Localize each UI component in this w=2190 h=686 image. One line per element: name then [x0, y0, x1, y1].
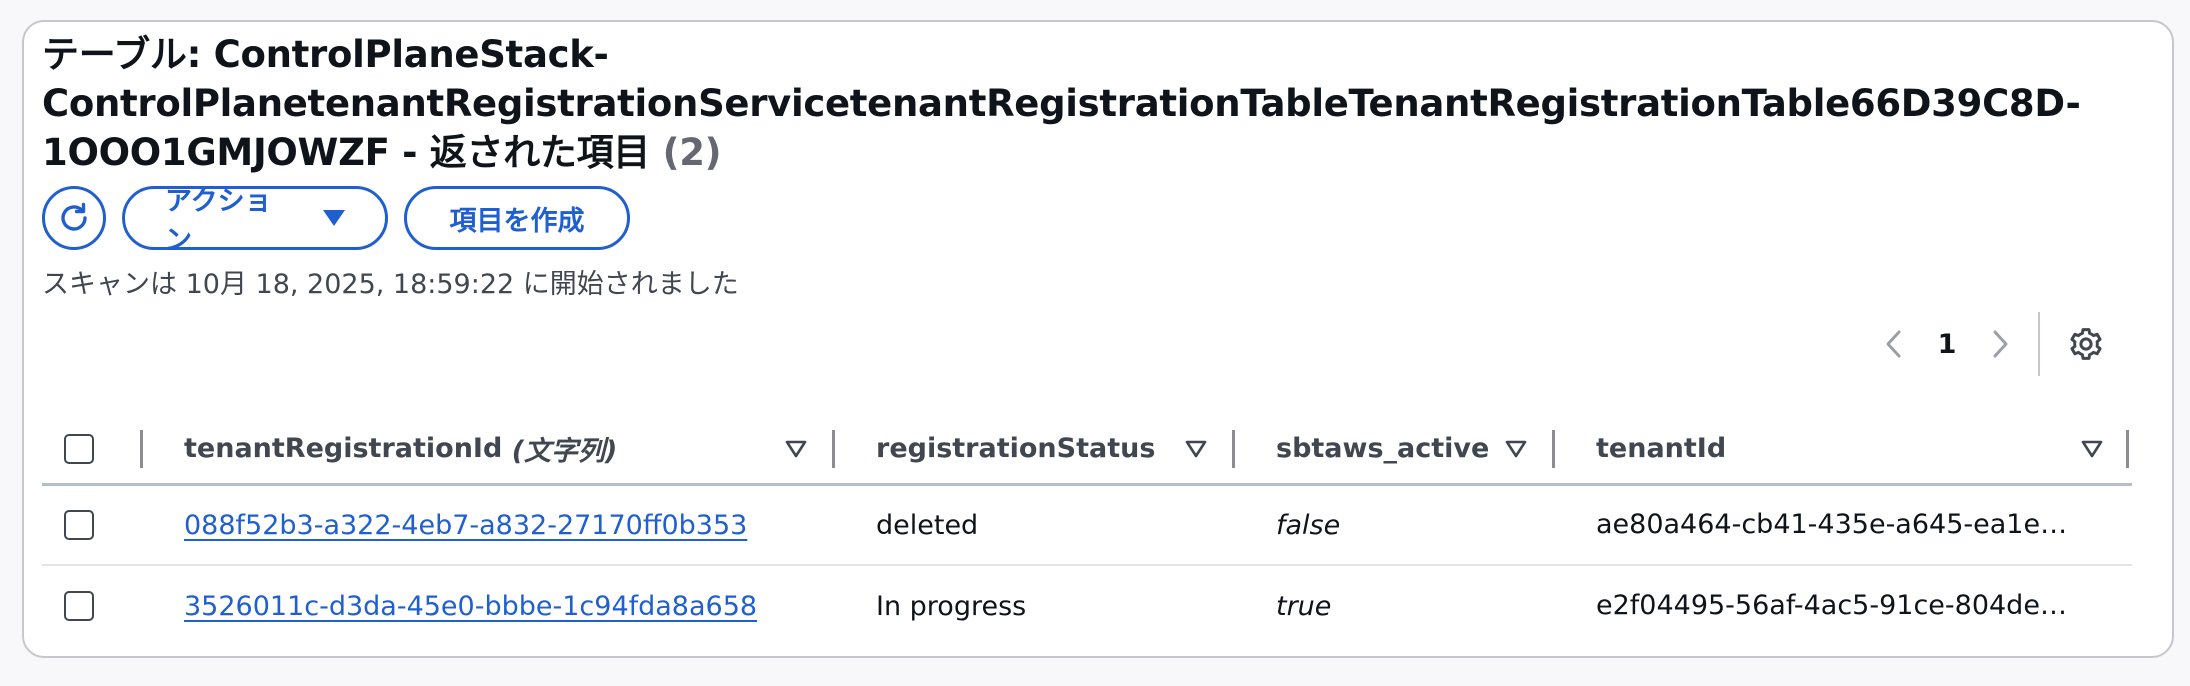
item-count: (2)	[662, 131, 722, 174]
tenant-id-value: e2f04495-56af-4ac5-91ce-804dec5…	[1596, 590, 2078, 621]
title-suffix: 1OOO1GMJOWZF - 返された項目	[42, 131, 650, 174]
column-header-sbtaws-active[interactable]: sbtaws_active	[1276, 414, 1489, 483]
tenant-id-value: ae80a464-cb41-435e-a645-ea1e99…	[1596, 509, 2078, 540]
column-label: sbtaws_active	[1276, 433, 1490, 464]
refresh-icon	[61, 202, 87, 231]
tenant-registration-id-cell: 3526011c-d3da-45e0-bbbe-1c94fda8a658	[184, 566, 757, 646]
tenant-registration-id-cell: 088f52b3-a322-4eb7-a832-27170ff0b353	[184, 486, 747, 564]
page-number[interactable]: 1	[1918, 329, 1976, 360]
actions-label: アクション	[165, 186, 272, 256]
column-header-registration-status[interactable]: registrationStatus	[876, 414, 1155, 483]
gear-icon	[2070, 328, 2102, 360]
column-resizer[interactable]	[832, 430, 835, 468]
column-header-tenant-registration-id[interactable]: tenantRegistrationId (文字列)	[184, 414, 617, 483]
scan-status-text: スキャンは 10月 18, 2025, 18:59:22 に開始されました	[42, 269, 739, 300]
column-header-tenant-id[interactable]: tenantId	[1596, 414, 1726, 483]
table-row: 088f52b3-a322-4eb7-a832-27170ff0b353 del…	[42, 486, 2132, 566]
row-checkbox[interactable]	[64, 510, 94, 540]
item-link[interactable]: 088f52b3-a322-4eb7-a832-27170ff0b353	[184, 510, 747, 541]
sbtaws-active-cell: false	[1276, 509, 1341, 541]
registration-status-cell: In progress	[876, 590, 1027, 622]
sort-icon[interactable]	[1504, 414, 1528, 483]
column-resizer[interactable]	[140, 430, 143, 468]
create-item-label: 項目を作成	[449, 205, 585, 237]
toolbar: アクション 項目を作成	[42, 186, 630, 256]
column-resizer[interactable]	[1552, 430, 1555, 468]
pagination: 1	[1870, 312, 2110, 376]
items-table: tenantRegistrationId (文字列) registrationS…	[42, 414, 2132, 646]
page-title: テーブル: ControlPlaneStack- ControlPlaneten…	[42, 30, 2081, 177]
sbtaws-active-cell: true	[1276, 590, 1332, 622]
table-header-row: tenantRegistrationId (文字列) registrationS…	[42, 414, 2132, 486]
chevron-right-icon	[1993, 330, 2008, 358]
refresh-button[interactable]	[42, 186, 106, 250]
sort-icon[interactable]	[784, 414, 808, 483]
sort-down-icon	[2081, 440, 2103, 457]
sort-down-icon	[785, 440, 807, 457]
column-label: tenantRegistrationId	[184, 433, 503, 464]
create-item-button[interactable]: 項目を作成	[404, 186, 630, 250]
sort-down-icon	[1505, 440, 1527, 457]
sort-icon[interactable]	[2080, 414, 2104, 483]
actions-dropdown-button[interactable]: アクション	[122, 186, 388, 256]
tenant-id-cell: ae80a464-cb41-435e-a645-ea1e99…	[1596, 486, 2078, 564]
column-resizer[interactable]	[1232, 430, 1235, 468]
row-select-cell	[64, 566, 94, 646]
tenant-id-cell: e2f04495-56af-4ac5-91ce-804dec5…	[1596, 566, 2078, 646]
pagination-divider	[2038, 312, 2040, 376]
title-table-name: ControlPlanetenantRegistrationServiceten…	[42, 82, 2081, 125]
select-all-checkbox[interactable]	[64, 433, 94, 464]
caret-down-icon	[323, 210, 345, 226]
table-row: 3526011c-d3da-45e0-bbbe-1c94fda8a658 In …	[42, 566, 2132, 646]
previous-page-button[interactable]	[1870, 320, 1918, 368]
chevron-left-icon	[1886, 330, 1901, 358]
select-all-cell	[64, 414, 94, 483]
row-select-cell	[64, 486, 94, 564]
registration-status-cell: deleted	[876, 509, 979, 541]
column-type-label: (文字列)	[511, 436, 618, 467]
next-page-button[interactable]	[1976, 320, 2024, 368]
item-link[interactable]: 3526011c-d3da-45e0-bbbe-1c94fda8a658	[184, 591, 757, 622]
column-resizer[interactable]	[2126, 430, 2129, 468]
column-label: tenantId	[1596, 433, 1727, 464]
row-checkbox[interactable]	[64, 591, 94, 621]
title-prefix: テーブル: ControlPlaneStack-	[42, 33, 609, 76]
column-label: registrationStatus	[876, 433, 1156, 464]
sort-down-icon	[1185, 440, 1207, 457]
sort-icon[interactable]	[1184, 414, 1208, 483]
preferences-button[interactable]	[2062, 320, 2110, 368]
